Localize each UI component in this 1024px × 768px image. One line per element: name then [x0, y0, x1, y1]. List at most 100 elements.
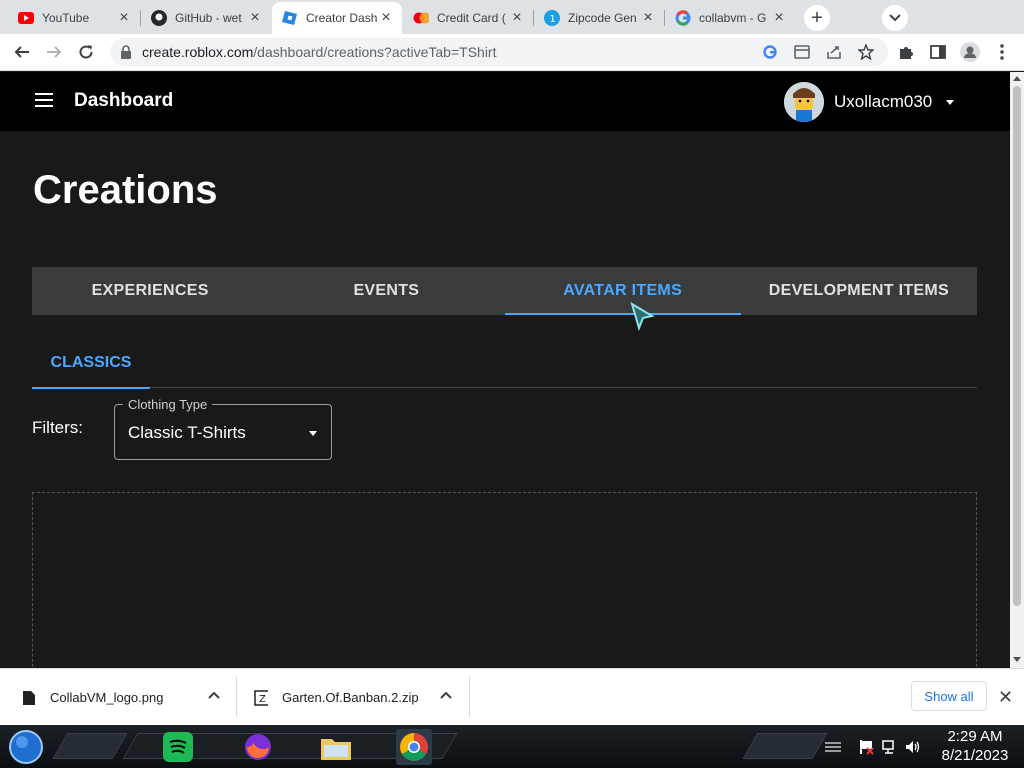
taskbar: 2:29 AM 8/21/2023 — [0, 725, 1024, 768]
scrollbar-thumb[interactable] — [1013, 86, 1021, 606]
tab-events[interactable]: EVENTS — [268, 267, 504, 315]
show-all-button[interactable]: Show all — [911, 681, 987, 711]
tab-credit-card[interactable]: Credit Card ( × — [403, 2, 533, 34]
back-button[interactable] — [10, 40, 34, 64]
forward-button[interactable] — [42, 40, 66, 64]
address-bar[interactable]: create.roblox.com/dashboard/creations?ac… — [110, 38, 888, 66]
extensions-button[interactable] — [894, 40, 918, 64]
scroll-down-icon[interactable] — [1013, 657, 1021, 663]
chevron-down-icon — [889, 14, 901, 22]
arrow-left-icon — [14, 46, 29, 58]
kebab-menu-icon — [1000, 44, 1004, 60]
downloads-bar: CollabVM_logo.png Z Garten.Of.Banban.2.z… — [0, 668, 1024, 725]
credit-card-icon — [413, 10, 429, 26]
browser-toolbar: create.roblox.com/dashboard/creations?ac… — [0, 34, 1024, 71]
profile-icon — [960, 42, 980, 62]
avatar — [784, 82, 824, 122]
hamburger-menu-icon[interactable] — [35, 93, 53, 107]
google-icon[interactable] — [762, 44, 778, 60]
chevron-up-icon[interactable] — [208, 691, 220, 699]
reload-icon — [79, 45, 93, 59]
chrome-icon — [400, 733, 428, 761]
download-item[interactable]: Z Garten.Of.Banban.2.zip — [254, 669, 460, 726]
taskbar-firefox[interactable] — [240, 729, 276, 765]
clock-time: 2:29 AM — [947, 728, 1003, 745]
svg-text:Z: Z — [259, 694, 266, 705]
folder-icon — [321, 739, 351, 760]
tab-development-items[interactable]: DEVELOPMENT ITEMS — [741, 267, 977, 315]
bookmark-star-icon[interactable] — [858, 44, 874, 60]
caret-down-icon — [309, 431, 317, 436]
tab-search-button[interactable] — [882, 5, 908, 31]
subtab-classics[interactable]: CLASSICS — [32, 344, 150, 389]
action-center-icon[interactable] — [857, 738, 875, 756]
clothing-type-select[interactable]: Clothing Type Classic T-Shirts — [114, 397, 332, 460]
file-icon — [23, 690, 35, 705]
side-panel-icon — [930, 45, 946, 59]
page-scrollbar[interactable] — [1010, 72, 1024, 668]
tray-overflow-icon — [825, 742, 841, 752]
close-icon[interactable]: × — [116, 9, 132, 26]
google-icon — [675, 10, 691, 26]
arrow-right-icon — [47, 46, 62, 58]
clock-date: 8/21/2023 — [941, 747, 1009, 764]
puzzle-icon — [900, 47, 913, 59]
taskbar-decoration — [52, 733, 128, 759]
creator-dashboard-page: Dashboard Uxollacm030 Creations EXPERIEN… — [0, 72, 1010, 668]
install-app-icon[interactable] — [794, 44, 810, 60]
new-tab-button[interactable]: + — [804, 5, 830, 31]
url-text: create.roblox.com/dashboard/creations?ac… — [142, 44, 497, 60]
plus-icon: + — [811, 6, 823, 29]
close-icon[interactable]: × — [640, 9, 656, 26]
app-title: Dashboard — [74, 90, 174, 111]
zip-file-icon: Z — [254, 689, 268, 706]
close-icon[interactable]: × — [771, 9, 787, 26]
clothing-type-legend: Clothing Type — [123, 397, 213, 412]
tab-collabvm[interactable]: collabvm - G × — [665, 2, 795, 34]
scroll-up-icon[interactable] — [1013, 75, 1021, 81]
taskbar-spotify[interactable] — [160, 729, 196, 765]
mouse-cursor-icon — [630, 302, 655, 332]
page-title: Creations — [33, 168, 218, 212]
reload-button[interactable] — [74, 40, 98, 64]
start-button[interactable] — [8, 729, 44, 765]
taskbar-file-explorer[interactable] — [318, 729, 354, 765]
side-panel-button[interactable] — [926, 40, 950, 64]
tab-youtube[interactable]: YouTube × — [8, 2, 140, 34]
close-icon[interactable]: ✕ — [998, 687, 1013, 708]
clothing-type-value: Classic T-Shirts — [128, 423, 246, 442]
show-hidden-icons[interactable] — [824, 738, 842, 756]
download-divider — [469, 677, 470, 717]
download-item[interactable]: CollabVM_logo.png — [22, 669, 222, 726]
github-icon — [151, 10, 167, 26]
caret-down-icon — [946, 99, 955, 105]
tab-github[interactable]: GitHub - wet × — [141, 2, 271, 34]
app-bar: Dashboard Uxollacm030 — [0, 72, 1010, 131]
lock-icon — [121, 45, 131, 59]
profile-button[interactable] — [958, 40, 982, 64]
network-icon[interactable] — [880, 738, 898, 756]
close-icon[interactable]: × — [247, 9, 263, 26]
menu-button[interactable] — [990, 40, 1014, 64]
share-icon[interactable] — [826, 44, 842, 60]
zipcode-icon: 1 — [544, 10, 560, 26]
svg-text:1: 1 — [550, 14, 556, 25]
chevron-up-icon[interactable] — [440, 691, 452, 699]
taskbar-decoration — [742, 733, 828, 759]
roblox-icon — [282, 10, 298, 26]
close-icon[interactable]: × — [378, 9, 394, 26]
tab-zipcode[interactable]: 1 Zipcode Gen × — [534, 2, 664, 34]
taskbar-chrome[interactable] — [396, 729, 432, 765]
subtab-bar: CLASSICS — [32, 344, 977, 389]
user-menu[interactable]: Uxollacm030 — [784, 82, 955, 122]
youtube-icon — [18, 10, 34, 26]
system-clock[interactable]: 2:29 AM 8/21/2023 — [930, 727, 1020, 765]
volume-icon[interactable] — [904, 738, 922, 756]
filters-label: Filters: — [32, 418, 83, 437]
browser-tab-strip: YouTube × GitHub - wet × Creator Dash × … — [0, 0, 1024, 34]
upload-dropzone[interactable] — [32, 492, 977, 668]
close-icon[interactable]: × — [509, 9, 525, 26]
tab-avatar-items[interactable]: AVATAR ITEMS — [504, 267, 742, 315]
tab-creator-dashboard[interactable]: Creator Dash × — [272, 2, 402, 34]
tab-experiences[interactable]: EXPERIENCES — [32, 267, 268, 315]
